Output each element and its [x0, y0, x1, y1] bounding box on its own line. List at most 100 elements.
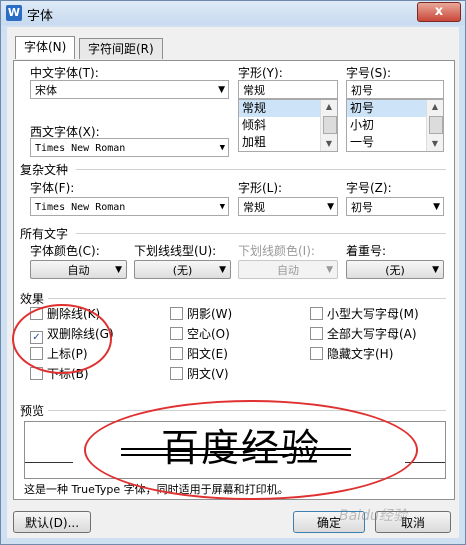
chinese-font-value: 宋体 — [35, 84, 57, 97]
scroll-up-icon[interactable]: ▲ — [321, 100, 337, 114]
hidden-text-checkbox[interactable]: 隐藏文字(H) — [310, 347, 393, 362]
tab-character-spacing[interactable]: 字符间距(R) — [79, 38, 163, 59]
checkbox-box[interactable] — [30, 307, 43, 320]
font-style-value: 常规 — [243, 84, 265, 97]
font-color-value: 自动 — [67, 264, 90, 277]
complex-style-label: 字形(L): — [238, 181, 283, 195]
emphasis-mark-dropdown[interactable]: (无) ▼ — [346, 260, 444, 279]
font-size-value: 初号 — [351, 84, 373, 97]
complex-section-title: 复杂文种 — [20, 163, 69, 177]
checkbox-label: 小型大写字母(M) — [327, 307, 419, 321]
checkbox-box[interactable] — [30, 347, 43, 360]
complex-size-label: 字号(Z): — [346, 181, 392, 195]
checkbox-label: 上标(P) — [47, 347, 88, 361]
preview-box: 百度经验 — [24, 421, 446, 479]
baseline-left — [25, 462, 73, 463]
scrollbar[interactable]: ▲ ▼ — [426, 100, 443, 151]
close-button[interactable]: x — [417, 2, 461, 22]
default-button[interactable]: 默认(D)... — [13, 511, 91, 533]
checkbox-label: 隐藏文字(H) — [327, 347, 394, 361]
checkbox-box[interactable] — [310, 347, 323, 360]
wps-writer-icon: W — [6, 5, 22, 21]
font-style-list[interactable]: 常规 倾斜 加粗 ▲ ▼ — [238, 99, 338, 152]
checkbox-box[interactable] — [170, 327, 183, 340]
checkbox-box[interactable] — [310, 327, 323, 340]
font-dialog: W 字体 x 字体(N) 字符间距(R) 中文字体(T): 宋体 ▼ 西文字体(… — [0, 0, 466, 545]
engrave-checkbox[interactable]: 阴文(V) — [170, 367, 229, 382]
font-size-list[interactable]: 初号 小初 一号 ▲ ▼ — [346, 99, 444, 152]
chevron-down-icon: ▼ — [219, 265, 226, 275]
checkbox-box[interactable] — [170, 307, 183, 320]
divider — [76, 169, 446, 170]
checkbox-label: 阴影(W) — [187, 307, 233, 321]
underline-style-dropdown[interactable]: (无) ▼ — [134, 260, 231, 279]
watermark-logo: Baidu经验 — [339, 508, 407, 524]
strikethrough-checkbox[interactable]: 删除线(K) — [30, 307, 100, 322]
tab-font[interactable]: 字体(N) — [15, 36, 76, 59]
underline-color-label: 下划线颜色(I): — [238, 244, 315, 258]
underline-style-value: (无) — [172, 264, 193, 277]
scroll-down-icon[interactable]: ▼ — [427, 137, 443, 151]
underline-color-value: 自动 — [277, 264, 299, 277]
checkbox-box[interactable] — [30, 367, 43, 380]
preview-section-title: 预览 — [20, 404, 45, 418]
small-caps-checkbox[interactable]: 小型大写字母(M) — [310, 307, 419, 322]
emphasis-mark-value: (无) — [385, 264, 405, 277]
chinese-font-combo[interactable]: 宋体 ▼ — [30, 80, 229, 99]
scrollbar[interactable]: ▲ ▼ — [320, 100, 337, 151]
all-text-section-title: 所有文字 — [20, 227, 69, 241]
double-strikethrough-checkbox[interactable]: ✓ 双删除线(G) — [30, 327, 114, 344]
effects-section-title: 效果 — [20, 292, 45, 306]
preview-sample-text: 百度经验 — [121, 422, 361, 478]
font-size-input[interactable]: 初号 — [346, 80, 444, 99]
western-font-value: Times New Roman — [35, 143, 126, 154]
checkbox-label: 空心(O) — [187, 327, 230, 341]
shadow-checkbox[interactable]: 阴影(W) — [170, 307, 232, 322]
check-icon[interactable]: ✓ — [30, 331, 43, 344]
divider — [48, 298, 446, 299]
complex-size-combo[interactable]: 初号 ▼ — [346, 197, 444, 216]
preview-note: 这是一种 TrueType 字体，同时适用于屏幕和打印机。 — [24, 483, 289, 496]
chevron-down-icon: ▼ — [433, 202, 440, 212]
chevron-down-icon: ▼ — [219, 143, 225, 153]
checkbox-box[interactable] — [170, 347, 183, 360]
scroll-thumb[interactable] — [429, 116, 443, 134]
checkbox-label: 下标(B) — [47, 367, 89, 381]
strike-line-2 — [121, 454, 351, 456]
strike-line-1 — [121, 448, 351, 450]
superscript-checkbox[interactable]: 上标(P) — [30, 347, 88, 362]
font-color-label: 字体颜色(C): — [30, 244, 100, 258]
subscript-checkbox[interactable]: 下标(B) — [30, 367, 89, 382]
complex-style-combo[interactable]: 常规 ▼ — [238, 197, 338, 216]
scroll-down-icon[interactable]: ▼ — [321, 137, 337, 151]
checkbox-label: 阳文(E) — [187, 347, 228, 361]
font-tab-panel: 中文字体(T): 宋体 ▼ 西文字体(X): Times New Roman ▼… — [13, 60, 455, 500]
outline-checkbox[interactable]: 空心(O) — [170, 327, 230, 342]
chevron-down-icon: ▼ — [326, 265, 333, 275]
complex-font-value: Times New Roman — [35, 202, 126, 213]
font-style-label: 字形(Y): — [238, 66, 283, 80]
complex-font-combo[interactable]: Times New Roman ▼ — [30, 197, 229, 216]
underline-style-label: 下划线线型(U): — [134, 244, 217, 258]
all-caps-checkbox[interactable]: 全部大写字母(A) — [310, 327, 417, 342]
divider — [48, 410, 446, 411]
underline-color-dropdown[interactable]: 自动 ▼ — [238, 260, 338, 279]
checkbox-label: 阴文(V) — [187, 367, 229, 381]
font-style-input[interactable]: 常规 — [238, 80, 338, 99]
baseline-right — [405, 462, 445, 463]
chevron-down-icon: ▼ — [327, 202, 334, 212]
chevron-down-icon: ▼ — [432, 265, 439, 275]
western-font-combo[interactable]: Times New Roman ▼ — [30, 138, 229, 157]
font-color-dropdown[interactable]: 自动 ▼ — [30, 260, 127, 279]
chevron-down-icon: ▼ — [115, 265, 122, 275]
checkbox-box[interactable] — [310, 307, 323, 320]
complex-style-value: 常规 — [243, 201, 265, 214]
scroll-up-icon[interactable]: ▲ — [427, 100, 443, 114]
checkbox-box[interactable] — [170, 367, 183, 380]
emboss-checkbox[interactable]: 阳文(E) — [170, 347, 228, 362]
scroll-thumb[interactable] — [323, 116, 337, 134]
divider — [76, 233, 446, 234]
chevron-down-icon: ▼ — [219, 202, 225, 212]
complex-font-label: 字体(F): — [30, 181, 75, 195]
checkbox-label: 删除线(K) — [47, 307, 101, 321]
